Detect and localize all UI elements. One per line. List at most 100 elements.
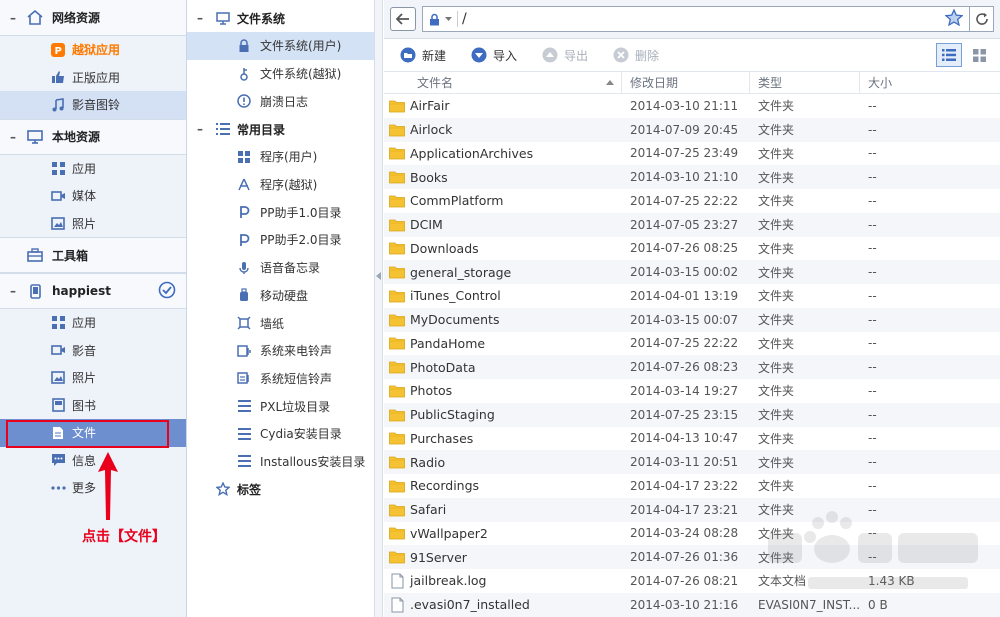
sidebar-item-device-photos[interactable]: 照片	[0, 364, 186, 392]
import-button[interactable]: 导入	[471, 47, 517, 64]
collapse-icon[interactable]: –	[6, 284, 20, 298]
tree-section-common[interactable]: – 常用目录	[187, 115, 374, 143]
file-row[interactable]: Radio 2014-03-11 20:51 文件夹 --	[384, 450, 1000, 474]
collapse-icon[interactable]: –	[6, 130, 20, 144]
file-row[interactable]: PhotoData 2014-07-26 08:23 文件夹 --	[384, 355, 1000, 379]
tree-item-pp-2[interactable]: PP助手2.0目录	[187, 226, 374, 254]
collapse-icon[interactable]: –	[197, 122, 209, 136]
file-row[interactable]: ApplicationArchives 2014-07-25 23:49 文件夹 --	[384, 142, 1000, 166]
sidebar-item-device-more[interactable]: 更多	[0, 474, 186, 502]
file-size-cell: --	[868, 360, 877, 375]
tree-item-pxl-trash[interactable]: PXL垃圾目录	[187, 392, 374, 420]
column-header-type[interactable]: 类型	[750, 71, 860, 94]
collapse-icon[interactable]: –	[6, 11, 20, 25]
column-header-date[interactable]: 修改日期	[622, 71, 750, 94]
file-row[interactable]: iTunes_Control 2014-04-01 13:19 文件夹 --	[384, 284, 1000, 308]
sidebar-item-device-video[interactable]: 影音	[0, 337, 186, 365]
section-toolbox[interactable]: 工具箱	[0, 237, 186, 273]
collapse-icon[interactable]: –	[197, 11, 209, 25]
video-camera-icon	[50, 188, 66, 204]
folder-icon	[389, 502, 405, 518]
tree-item-apps-user[interactable]: 程序(用户)	[187, 143, 374, 171]
sidebar-item-media-ringtones[interactable]: 影音图铃	[0, 91, 186, 119]
file-row[interactable]: MyDocuments 2014-03-15 00:07 文件夹 --	[384, 307, 1000, 332]
video-camera-icon	[50, 342, 66, 358]
file-row[interactable]: 91Server 2014-07-26 01:36 文件夹 --	[384, 545, 1000, 569]
tree-item-call-ringtones[interactable]: 系统来电铃声	[187, 337, 374, 365]
file-row[interactable]: DCIM 2014-07-05 23:27 文件夹 --	[384, 212, 1000, 237]
back-button[interactable]	[390, 7, 416, 31]
tree-section-tags[interactable]: 标签	[187, 475, 374, 503]
tree-section-filesystem[interactable]: – 文件系统	[187, 4, 374, 32]
file-date-cell: 2014-04-17 23:21	[630, 502, 739, 517]
folder-icon	[389, 430, 405, 446]
file-type-cell: 文件夹	[758, 526, 795, 541]
file-size-cell: --	[868, 502, 877, 517]
bookmark-star-icon[interactable]	[944, 8, 964, 29]
file-row[interactable]: PandaHome 2014-07-25 22:22 文件夹 --	[384, 332, 1000, 356]
tree-item-fs-user[interactable]: 文件系统(用户)	[187, 32, 374, 60]
grid-view-button[interactable]	[966, 43, 992, 67]
panel-splitter[interactable]	[375, 0, 383, 617]
tree-item-cydia[interactable]: Cydia安装目录	[187, 420, 374, 448]
file-date-cell: 2014-03-10 21:11	[630, 98, 739, 113]
file-name-cell: PublicStaging	[384, 407, 622, 423]
tree-item-sms-ringtones[interactable]: 系统短信铃声	[187, 365, 374, 393]
path-lock-dropdown[interactable]	[429, 13, 453, 26]
file-row[interactable]: general_storage 2014-03-15 00:02 文件夹 --	[384, 260, 1000, 284]
file-date-cell: 2014-07-26 01:36	[630, 550, 739, 565]
refresh-button[interactable]	[970, 6, 994, 32]
file-size-cell: --	[868, 312, 877, 327]
svg-text:P: P	[55, 46, 62, 57]
folder-icon	[389, 264, 405, 280]
file-type-cell: 文件夹	[758, 360, 795, 375]
file-type-cell: 文件夹	[758, 336, 795, 351]
collapse-arrow-icon[interactable]	[376, 272, 381, 280]
file-row[interactable]: .evasi0n7_installed 2014-03-10 21:16 EVASI…	[384, 592, 1000, 617]
sidebar-item-local-apps[interactable]: 应用	[0, 155, 186, 183]
file-row[interactable]: vWallpaper2 2014-03-24 08:28 文件夹 --	[384, 522, 1000, 546]
file-row[interactable]: Purchases 2014-04-13 10:47 文件夹 --	[384, 427, 1000, 451]
tree-item-apps-jailbreak[interactable]: 程序(越狱)	[187, 171, 374, 199]
tree-item-wallpaper[interactable]: 墙纸	[187, 309, 374, 337]
file-row[interactable]: Downloads 2014-07-26 08:25 文件夹 --	[384, 237, 1000, 261]
pp-icon	[237, 233, 251, 247]
column-header-name[interactable]: 文件名	[384, 71, 622, 94]
export-button[interactable]: 导出	[542, 47, 588, 64]
list-view-button[interactable]	[936, 43, 962, 67]
folder-icon	[389, 383, 405, 399]
file-row[interactable]: PublicStaging 2014-07-25 23:15 文件夹 --	[384, 402, 1000, 427]
file-date-cell: 2014-07-26 08:23	[630, 360, 739, 375]
sidebar-item-device-messages[interactable]: 信息	[0, 447, 186, 475]
path-field[interactable]: /	[422, 6, 970, 32]
delete-button[interactable]: 删除	[613, 47, 659, 64]
sidebar-item-device-apps[interactable]: 应用	[0, 309, 186, 337]
file-row[interactable]: Airlock 2014-07-09 20:45 文件夹 --	[384, 117, 1000, 142]
tree-item-crash-logs[interactable]: 崩溃日志	[187, 87, 374, 115]
section-local-resources[interactable]: – 本地资源	[0, 118, 186, 155]
file-row[interactable]: CommPlatform 2014-07-25 22:22 文件夹 --	[384, 189, 1000, 213]
file-row[interactable]: Recordings 2014-04-17 23:22 文件夹 --	[384, 474, 1000, 498]
sidebar-item-device-books[interactable]: 图书	[0, 392, 186, 420]
tree-item-mobile-disk[interactable]: 移动硬盘	[187, 282, 374, 310]
file-name-cell: MyDocuments	[384, 312, 622, 328]
file-row[interactable]: Photos 2014-03-14 19:27 文件夹 --	[384, 379, 1000, 403]
sidebar-item-local-media[interactable]: 媒体	[0, 182, 186, 210]
sidebar-item-local-photos[interactable]: 照片	[0, 210, 186, 238]
section-device-happiest[interactable]: – happiest	[0, 273, 186, 309]
file-row[interactable]: AirFair 2014-03-10 21:11 文件夹 --	[384, 94, 1000, 118]
file-date-cell: 2014-03-15 00:07	[630, 312, 739, 327]
file-row[interactable]: Safari 2014-04-17 23:21 文件夹 --	[384, 497, 1000, 522]
file-row[interactable]: Books 2014-03-10 21:10 文件夹 --	[384, 165, 1000, 189]
file-row[interactable]: jailbreak.log 2014-07-26 08:21 文本文档 1.43 KB	[384, 569, 1000, 593]
section-network-resources[interactable]: – 网络资源	[0, 0, 186, 36]
column-header-size[interactable]: 大小	[860, 72, 1000, 94]
tree-item-voice-memos[interactable]: 语音备忘录	[187, 254, 374, 282]
tree-item-fs-jailbreak[interactable]: 文件系统(越狱)	[187, 60, 374, 88]
tree-item-pp-1[interactable]: PP助手1.0目录	[187, 198, 374, 226]
home-icon	[26, 10, 44, 26]
sidebar-item-jailbreak-apps[interactable]: P 越狱应用	[0, 36, 186, 64]
tree-item-installous[interactable]: Installous安装目录	[187, 448, 374, 476]
sidebar-item-licensed-apps[interactable]: 正版应用	[0, 64, 186, 92]
new-button[interactable]: 新建	[400, 47, 446, 64]
